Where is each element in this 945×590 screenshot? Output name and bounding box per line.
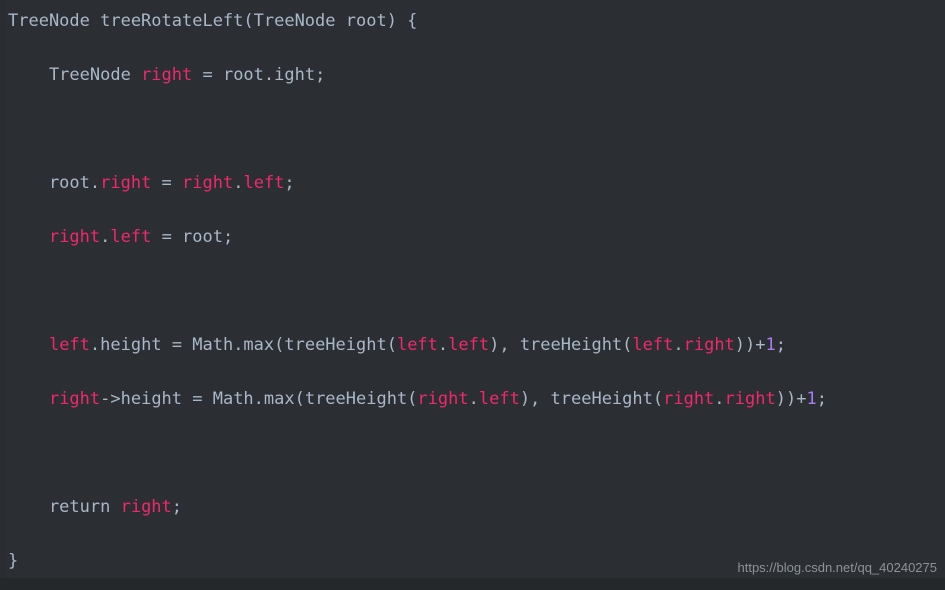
code-line[interactable]: right.left = root; xyxy=(0,224,945,251)
code-line-blank[interactable] xyxy=(0,467,945,494)
code-token-plain: TreeNode treeRotateLeft(TreeNode root) { xyxy=(8,11,418,31)
code-token-ident: right xyxy=(48,227,101,247)
code-token-ident: left xyxy=(243,173,285,193)
code-token-ident: right xyxy=(417,389,469,409)
code-token-ident: left xyxy=(110,227,152,247)
code-token-plain: ; xyxy=(171,497,183,517)
code-line[interactable]: right->height = Math.max(treeHeight(righ… xyxy=(0,386,945,413)
code-token-plain: . xyxy=(437,335,449,355)
code-token-ident: right xyxy=(182,173,234,193)
code-token-num: 1 xyxy=(765,335,776,355)
code-line-blank[interactable] xyxy=(0,440,945,467)
code-token-plain: . xyxy=(233,173,244,193)
code-token-ident: left xyxy=(48,335,90,355)
code-line-blank[interactable] xyxy=(0,359,945,386)
code-editor: TreeNode treeRotateLeft(TreeNode root) {… xyxy=(0,0,945,590)
code-token-plain: ; xyxy=(775,335,787,355)
code-line[interactable]: TreeNode treeRotateLeft(TreeNode root) { xyxy=(0,8,945,35)
code-line[interactable]: return right; xyxy=(0,494,945,521)
code-token-plain: ; xyxy=(816,389,827,409)
code-token-plain: = root.ight; xyxy=(192,65,326,85)
code-token-plain: . xyxy=(468,389,479,409)
code-token-plain: = root; xyxy=(151,227,234,247)
code-line-blank[interactable] xyxy=(0,197,945,224)
code-token-plain: ))+ xyxy=(734,335,766,355)
code-token-ident: left xyxy=(478,389,520,409)
code-token-ident: right xyxy=(141,65,193,85)
code-line-blank[interactable] xyxy=(0,116,945,143)
watermark-url: https://blog.csdn.net/qq_40240275 xyxy=(737,560,938,575)
code-token-plain: return xyxy=(8,497,121,517)
code-line-blank[interactable] xyxy=(0,143,945,170)
code-token-ident: right xyxy=(48,389,101,409)
code-token-plain: } xyxy=(8,551,19,571)
code-token-plain: ->height = Math.max(treeHeight( xyxy=(100,389,418,409)
code-token-ident: right xyxy=(120,497,172,517)
code-token-plain: ), treeHeight( xyxy=(489,335,633,355)
code-token-plain: root. xyxy=(8,173,101,193)
code-token-plain: . xyxy=(100,227,111,247)
code-line-blank[interactable] xyxy=(0,251,945,278)
code-token-plain: ; xyxy=(284,173,295,193)
code-token-ident: right xyxy=(683,335,735,355)
code-token-plain: ))+ xyxy=(775,389,807,409)
code-token-ident: left xyxy=(396,335,438,355)
code-line[interactable]: left.height = Math.max(treeHeight(left.l… xyxy=(0,332,945,359)
code-line-blank[interactable] xyxy=(0,521,945,548)
code-line[interactable]: root.right = right.left; xyxy=(0,170,945,197)
code-token-ident: right xyxy=(724,389,776,409)
code-token-plain: = xyxy=(151,173,183,193)
code-token-plain: . xyxy=(673,335,684,355)
code-token-plain: .height = Math.max(treeHeight( xyxy=(89,335,397,355)
code-line[interactable]: TreeNode right = root.ight; xyxy=(0,62,945,89)
code-token-num: 1 xyxy=(806,389,817,409)
code-line-blank[interactable] xyxy=(0,278,945,305)
code-token-plain: TreeNode xyxy=(8,65,142,85)
code-line-blank[interactable] xyxy=(0,89,945,116)
code-token-ident: left xyxy=(632,335,674,355)
editor-bottom-bar xyxy=(0,578,945,590)
code-line-blank[interactable] xyxy=(0,413,945,440)
code-line-blank[interactable] xyxy=(0,305,945,332)
code-token-plain: . xyxy=(714,389,725,409)
code-token-plain: ), treeHeight( xyxy=(519,389,664,409)
code-line-blank[interactable] xyxy=(0,35,945,62)
code-token-ident: left xyxy=(448,335,490,355)
code-content[interactable]: TreeNode treeRotateLeft(TreeNode root) {… xyxy=(0,0,945,575)
code-token-ident: right xyxy=(663,389,715,409)
code-token-ident: right xyxy=(100,173,152,193)
